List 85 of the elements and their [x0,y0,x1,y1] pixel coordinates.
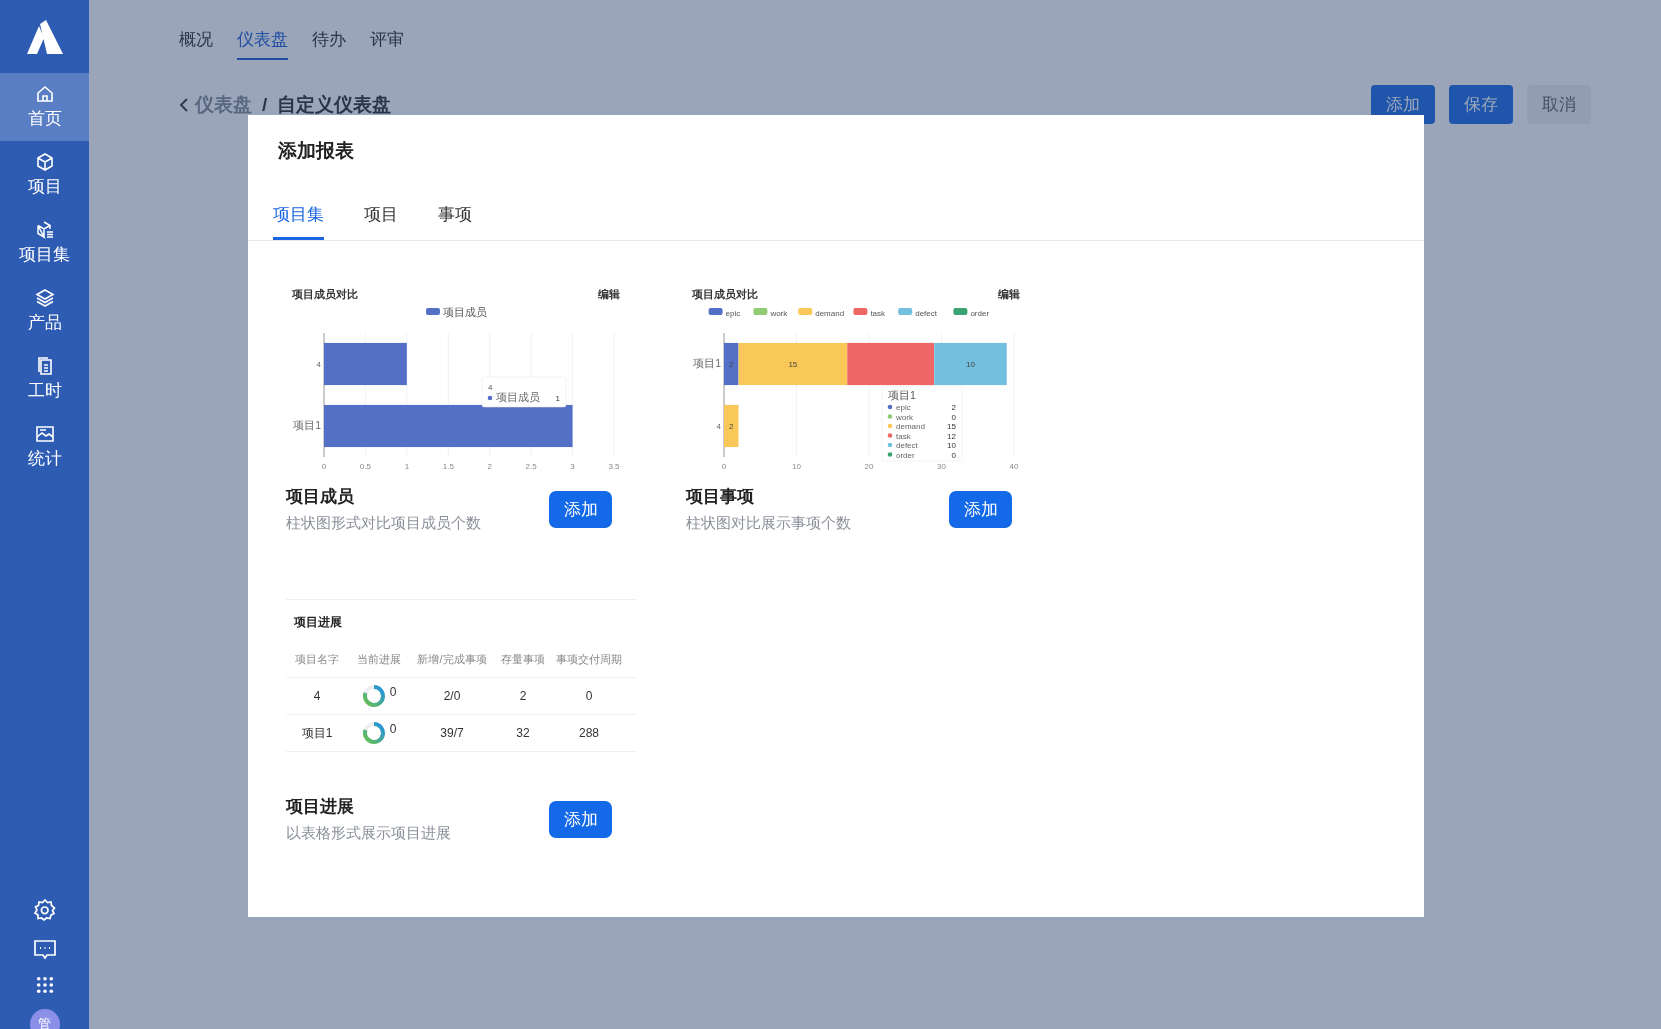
legend-label: 项目成员 [443,306,487,318]
axis-tick-label: 1 [404,462,410,471]
report-description: 以表格形式展示项目进展 [286,824,451,843]
nav-tab[interactable]: 仪表盘 [237,28,288,60]
column-header: 项目名字 [294,651,340,667]
axis-tick-label: 40 [1009,462,1019,471]
report-description: 柱状图形式对比项目成员个数 [286,514,481,533]
chart-title: 项目成员对比 [292,288,358,300]
header-button[interactable]: 取消 [1527,85,1591,124]
table-cell-text: 288 [578,726,600,740]
chart-title: 项目成员对比 [692,288,758,300]
axis-category-label: 项目1 [293,419,321,431]
report-name: 项目事项 [686,486,755,508]
axis-tick-label: 2 [487,462,492,471]
axis-tick-label: 1.5 [442,462,454,471]
axis-tick-label: 20 [864,462,874,471]
axis-tick-label: 0 [721,462,727,471]
legend-label: epic [725,309,741,318]
user-avatar[interactable]: 管 [29,1009,60,1029]
table-cell-text: 32 [515,726,531,740]
table-title: 项目进展 [293,614,343,631]
add-button[interactable]: 添加 [549,490,612,528]
legend-item: work [753,308,788,318]
legend-item: defect [898,308,937,318]
sidebar-item[interactable]: 首页 [0,73,89,141]
legend-label: demand [815,309,845,318]
table-cell: 0 [389,722,397,736]
dialog-tab[interactable]: 事项 [438,203,472,240]
edit-link[interactable]: 编辑 [598,288,620,300]
nav-tab[interactable]: 待办 [312,28,346,60]
table-cell: 0 [389,685,397,699]
table-cell-text: 4 [312,689,322,703]
chart-tooltip: 4 项目成员 1 [481,376,567,408]
chart-tooltip: 项目1 epic 2 work 0 demand 15 task 12 defect 10 order 0 [881,385,963,462]
legend-label: defect [915,309,938,318]
bar-value-label: 15 [788,360,798,369]
legend-item: task [853,308,886,318]
add-button[interactable]: 添加 [949,490,1012,528]
axis-tick-label: 0.5 [359,462,371,471]
legend-label: work [769,309,789,318]
column-header: 新增/完成事项 [416,651,488,667]
edit-link[interactable]: 编辑 [998,288,1020,300]
legend-item: epic [708,308,741,318]
axis-tick-label: 30 [937,462,946,471]
report-description: 柱状图对比展示事项个数 [686,514,851,533]
bar-value-label: 2 [729,422,734,431]
axis-category-label: 4 [716,422,721,431]
axis-tick-label: 0 [321,462,327,471]
legend-label: order [970,309,990,318]
axis-tick-label: 3 [570,462,575,471]
sidebar-item[interactable]: 项目 [0,141,89,209]
axis-tick-label: 10 [792,462,801,471]
sidebar-item[interactable]: 工时 [0,345,89,413]
table-cell-text: 0 [584,689,594,703]
nav-tab[interactable]: 概况 [179,28,213,60]
column-header: 当前进展 [356,651,402,667]
sidebar-item[interactable]: 项目集 [0,209,89,277]
legend-item: demand [798,308,845,318]
header-button[interactable]: 保存 [1449,85,1513,124]
bar-value-label: 10 [966,360,975,369]
legend-item: order [953,308,990,318]
legend-label: task [870,309,887,318]
report-name: 项目进展 [286,796,355,818]
sidebar-item[interactable]: 产品 [0,277,89,345]
dialog-tab[interactable]: 项目 [364,203,398,240]
axis-tick-label: 3.5 [608,462,620,471]
dialog-tab[interactable]: 项目集 [273,203,324,240]
table-cell-text: 39/7 [439,726,465,740]
legend-item: 项目成员 [426,306,487,318]
column-header: 事项交付周期 [555,651,623,667]
sidebar-item[interactable]: 统计 [0,413,89,481]
axis-category-label: 4 [316,360,321,369]
axis-tick-label: 2.5 [525,462,537,471]
table-cell-text: 2/0 [442,689,462,703]
breadcrumb-separator: / [262,93,268,116]
table-cell-text: 项目1 [300,724,334,742]
bar-value-label: 2 [729,360,734,369]
page-title: 自定义仪表盘 [277,92,392,117]
dialog-title: 添加报表 [277,139,355,163]
column-header: 存量事项 [500,651,546,667]
axis-category-label: 项目1 [693,357,721,369]
table-cell-text: 2 [518,689,528,703]
nav-tab[interactable]: 评审 [370,28,404,60]
report-name: 项目成员 [286,486,355,508]
add-button[interactable]: 添加 [549,800,612,838]
